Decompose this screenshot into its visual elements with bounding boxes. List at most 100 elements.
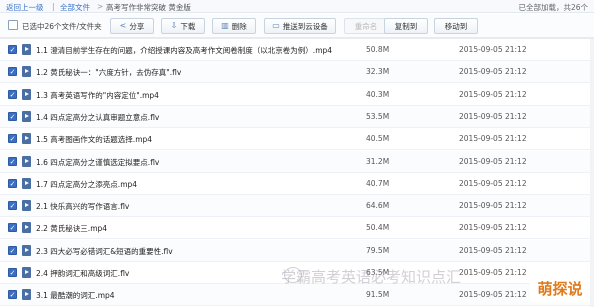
file-date: 2015-09-05 21:12 <box>459 223 527 233</box>
file-row[interactable]: ✓ 1.4 四点定高分之认真审题立意点.flv 53.5M 2015-09-05 21… <box>0 105 594 128</box>
video-file-icon <box>22 88 31 100</box>
row-checkbox[interactable]: ✓ <box>8 156 17 166</box>
scrollbar[interactable] <box>590 39 594 307</box>
download-button[interactable]: ⇩ 下载 <box>161 18 205 34</box>
file-name[interactable]: 1.2 黄氏秘诀一："六度方针，去伪存真".flv <box>36 67 181 78</box>
file-row[interactable]: ✓ 1.6 四点定高分之谨慎选定拟要点.flv 31.2M 2015-09-05 21… <box>0 150 594 173</box>
file-row[interactable]: ✓ 2.3 四大必写必错词汇&短语的重要性.flv 79.5M 2015-09-05 … <box>0 239 594 262</box>
video-file-icon <box>22 244 31 256</box>
file-size: 53.5M <box>366 111 390 121</box>
copy-label: 复制到 <box>394 21 418 31</box>
file-date: 2015-09-05 21:12 <box>459 111 527 121</box>
breadcrumb: 返回上一级 | 全部文件 > 高考写作非常突破 黄金版 已全部加载，共26个 <box>0 0 594 13</box>
file-size: 31.2M <box>366 156 390 166</box>
file-row[interactable]: ✓ 1.1 澄清目前学生存在的问题，介绍授课内容及高考作文阅卷制度（以北京卷为例）… <box>0 39 594 61</box>
breadcrumb-separator: > <box>97 2 104 11</box>
video-file-icon <box>22 155 31 167</box>
delete-label: 删除 <box>231 21 247 31</box>
watermark-text: 学霸高考英语必考知识点汇 <box>281 268 462 286</box>
file-date: 2015-09-05 21:12 <box>459 67 527 77</box>
share-label: 分享 <box>129 21 145 31</box>
video-file-icon <box>22 200 31 212</box>
share-button[interactable]: < 分享 <box>110 18 154 34</box>
download-label: 下载 <box>180 21 196 31</box>
row-checkbox[interactable]: ✓ <box>8 178 17 188</box>
file-name[interactable]: 2.4 押韵词汇和高级词汇.flv <box>36 268 129 279</box>
row-checkbox[interactable]: ✓ <box>8 245 17 255</box>
file-date: 2015-09-05 21:12 <box>459 201 527 211</box>
file-date: 2015-09-05 21:12 <box>459 89 527 99</box>
video-file-icon <box>22 222 31 234</box>
file-date: 2015-09-05 21:12 <box>459 290 527 300</box>
file-size: 40.3M <box>366 89 390 99</box>
file-row[interactable]: ✓ 1.3 高考英语写作的"内容定位".mp4 40.3M 2015-09-05 21… <box>0 84 594 106</box>
all-files-link[interactable]: 全部文件 <box>60 2 90 13</box>
file-date: 2015-09-05 21:12 <box>459 178 527 188</box>
file-size: 50.4M <box>366 223 390 233</box>
file-size: 32.3M <box>366 67 390 77</box>
file-name[interactable]: 1.5 高考图画作文的话题选择.mp4 <box>36 134 152 145</box>
video-file-icon <box>22 66 31 78</box>
row-checkbox[interactable]: ✓ <box>8 201 17 211</box>
row-checkbox[interactable]: ✓ <box>8 134 17 144</box>
video-file-icon <box>22 110 31 122</box>
row-checkbox[interactable]: ✓ <box>8 89 17 99</box>
file-size: 40.5M <box>366 134 390 144</box>
move-to-button[interactable]: 移动到 <box>434 18 478 34</box>
video-file-icon <box>22 133 31 145</box>
copy-to-button[interactable]: 复制到 <box>384 18 428 34</box>
file-row[interactable]: ✓ 1.2 黄氏秘诀一："六度方针，去伪存真".flv 32.3M 2015-09-0… <box>0 61 594 84</box>
move-label: 移动到 <box>444 21 468 31</box>
video-file-icon <box>22 44 31 55</box>
file-name[interactable]: 1.6 四点定高分之谨慎选定拟要点.flv <box>36 157 159 168</box>
share-icon: < <box>119 21 127 30</box>
select-all-checkbox[interactable] <box>8 20 18 30</box>
file-name[interactable]: 2.3 四大必写必错词汇&短语的重要性.flv <box>36 246 173 257</box>
file-row[interactable]: ✓ 2.1 快乐高兴的写作语言.flv 64.6M 2015-09-05 21:12 <box>0 195 594 218</box>
video-file-icon <box>22 177 31 189</box>
breadcrumb-separator: | <box>52 2 55 11</box>
file-date: 2015-09-05 21:12 <box>459 45 527 54</box>
file-name[interactable]: 1.7 四点定高分之添亮点.mp4 <box>36 179 137 190</box>
back-link[interactable]: 返回上一级 <box>6 2 44 13</box>
video-file-icon <box>22 289 31 301</box>
row-checkbox[interactable]: ✓ <box>8 223 17 233</box>
current-folder: 高考写作非常突破 黄金版 <box>106 3 191 12</box>
row-checkbox[interactable]: ✓ <box>8 111 17 121</box>
file-date: 2015-09-05 21:12 <box>459 268 527 277</box>
file-row[interactable]: ✓ 1.5 高考图画作文的话题选择.mp4 40.5M 2015-09-05 21:1… <box>0 128 594 151</box>
push-to-cloud-button[interactable]: ▭ 推送到云设备 <box>264 18 336 34</box>
load-status: 已全部加载，共26个 <box>518 3 588 12</box>
file-name[interactable]: 1.3 高考英语写作的"内容定位".mp4 <box>36 90 159 101</box>
rename-button[interactable]: 重命名 <box>344 18 388 34</box>
file-row[interactable]: ✓ 3.1 最酷潮的词汇.mp4 91.5M 2015-09-05 21:12 <box>0 284 594 307</box>
row-checkbox[interactable]: ✓ <box>8 67 17 77</box>
row-checkbox[interactable]: ✓ <box>8 45 17 54</box>
row-checkbox[interactable]: ✓ <box>8 290 17 300</box>
file-name[interactable]: 1.4 四点定高分之认真审题立意点.flv <box>36 112 159 123</box>
selection-count: 已选中26个文件/文件夹 <box>22 22 102 31</box>
file-name[interactable]: 2.1 快乐高兴的写作语言.flv <box>36 201 129 212</box>
push-label: 推送到云设备 <box>282 21 328 31</box>
toolbar: 已选中26个文件/文件夹 < 分享 ⇩ 下载 ▥ 删除 ▭ 推送到云设备 重命名… <box>0 14 594 38</box>
file-date: 2015-09-05 21:12 <box>459 156 527 166</box>
file-name[interactable]: 1.1 澄清目前学生存在的问题，介绍授课内容及高考作文阅卷制度（以北京卷为例）.… <box>36 45 332 56</box>
video-file-icon <box>22 267 31 278</box>
row-checkbox[interactable]: ✓ <box>8 268 17 277</box>
file-size: 79.5M <box>366 245 390 255</box>
file-name[interactable]: 2.2 黄氏秘诀三.mp4 <box>36 223 107 234</box>
file-date: 2015-09-05 21:12 <box>459 245 527 255</box>
download-icon: ⇩ <box>170 21 178 30</box>
file-date: 2015-09-05 21:12 <box>459 134 527 144</box>
file-size: 91.5M <box>366 290 390 300</box>
file-row[interactable]: ✓ 2.2 黄氏秘诀三.mp4 50.4M 2015-09-05 21:12 <box>0 217 594 240</box>
file-name[interactable]: 3.1 最酷潮的词汇.mp4 <box>36 290 115 301</box>
device-icon: ▭ <box>272 21 280 30</box>
delete-button[interactable]: ▥ 删除 <box>212 18 256 34</box>
trash-icon: ▥ <box>221 21 229 30</box>
file-size: 40.7M <box>366 178 390 188</box>
logo: 萌探说 <box>530 276 590 302</box>
file-size: 50.8M <box>366 45 390 54</box>
file-size: 64.6M <box>366 201 390 211</box>
file-row[interactable]: ✓ 1.7 四点定高分之添亮点.mp4 40.7M 2015-09-05 21:12 <box>0 173 594 195</box>
